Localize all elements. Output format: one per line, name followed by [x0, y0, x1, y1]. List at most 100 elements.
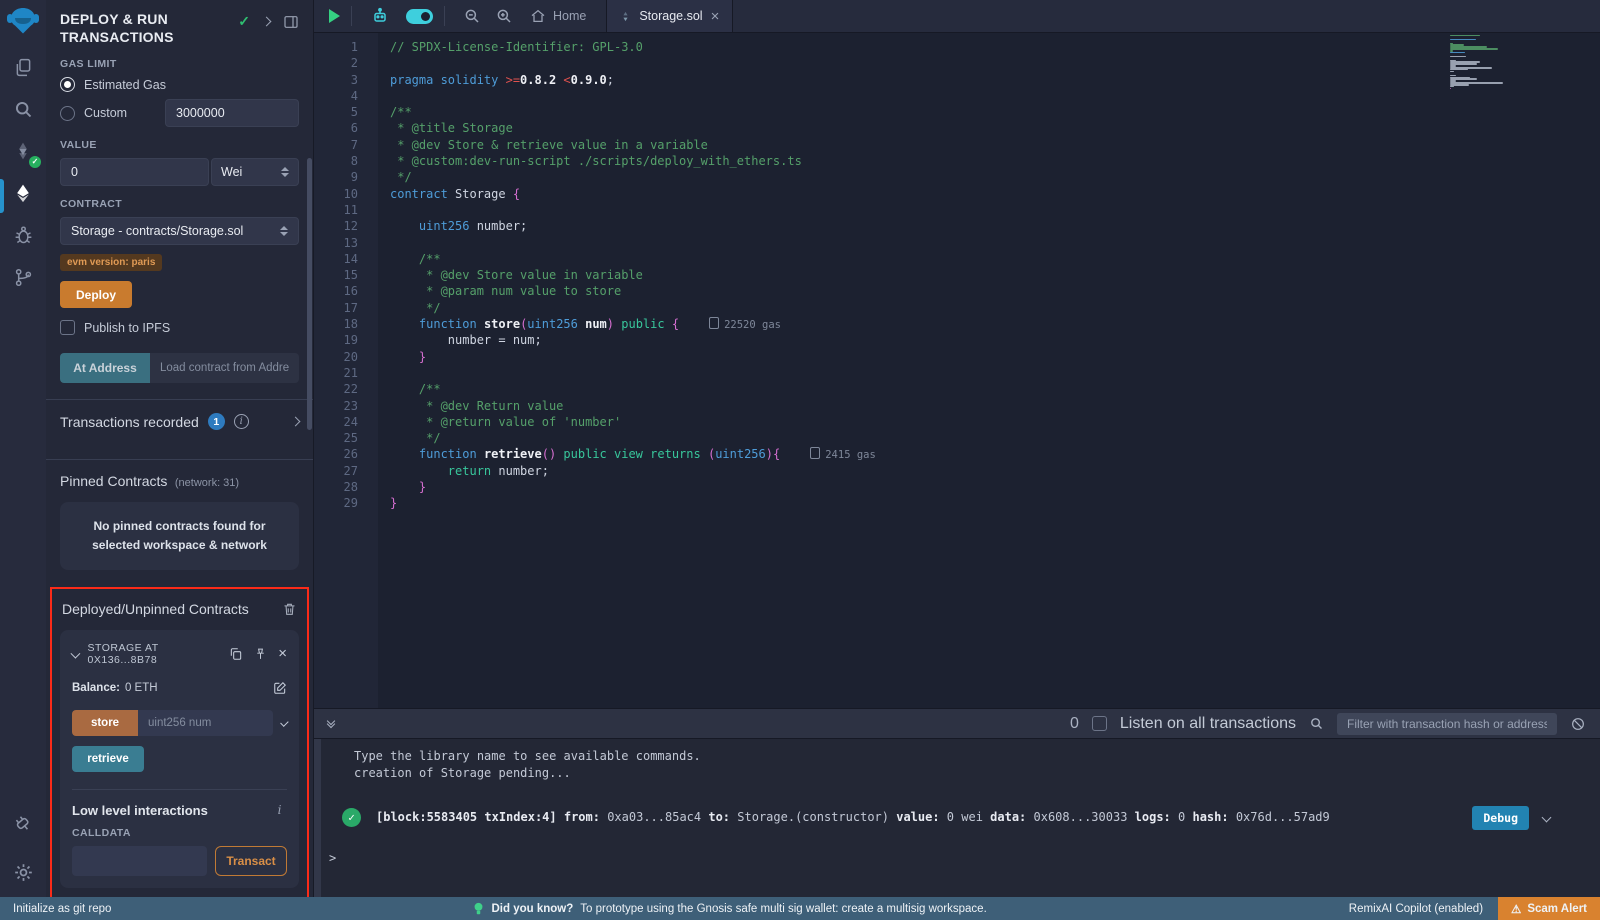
- panel-title: DEPLOY & RUN TRANSACTIONS: [60, 10, 216, 46]
- remix-ide-window: ✓: [0, 0, 1600, 920]
- git-icon[interactable]: [10, 264, 36, 290]
- file-tab-label: Storage.sol: [639, 9, 702, 23]
- vertical-icon-bar: ✓: [0, 0, 46, 897]
- panel-scrollbar[interactable]: [307, 158, 312, 430]
- editor-minimap[interactable]: [1450, 35, 1524, 90]
- close-tab-icon[interactable]: ×: [711, 9, 720, 24]
- debug-button[interactable]: Debug: [1472, 806, 1529, 830]
- value-unit-label: Wei: [221, 165, 242, 179]
- pin-panel-icon[interactable]: [283, 14, 299, 30]
- value-input[interactable]: [60, 158, 209, 186]
- icon-bar-top-group: ✓: [10, 54, 36, 290]
- custom-gas-label: Custom: [84, 106, 127, 120]
- info-icon[interactable]: i: [272, 803, 287, 818]
- value-unit-select[interactable]: Wei: [211, 158, 299, 186]
- value-label: VALUE: [60, 139, 299, 151]
- zoom-in-icon[interactable]: [495, 7, 513, 25]
- zoom-out-icon[interactable]: [463, 7, 481, 25]
- transact-button[interactable]: Transact: [215, 846, 287, 876]
- transactions-recorded-row[interactable]: Transactions recorded 1 i: [60, 400, 299, 443]
- chevron-down-icon[interactable]: [70, 649, 80, 659]
- clear-console-icon[interactable]: [1570, 716, 1586, 732]
- highlight-outline: Deployed/Unpinned Contracts STORAGE AT 0…: [50, 587, 309, 897]
- deploy-button[interactable]: Deploy: [60, 281, 132, 308]
- gas-limit-label: GAS LIMIT: [60, 58, 299, 70]
- custom-gas-input[interactable]: [165, 99, 299, 127]
- solidity-compiler-icon[interactable]: ✓: [10, 138, 36, 164]
- custom-gas-radio[interactable]: [60, 106, 75, 121]
- copy-icon[interactable]: [229, 647, 243, 661]
- terminal-prompt[interactable]: >: [329, 850, 336, 867]
- solidity-file-icon: [620, 10, 631, 23]
- compile-success-badge: ✓: [29, 156, 41, 168]
- updown-arrows-icon: [281, 167, 289, 177]
- git-init-button[interactable]: Initialize as git repo: [13, 903, 111, 915]
- main-area: Home Storage.sol × 123456789101112131415…: [314, 0, 1600, 897]
- calldata-input[interactable]: [72, 846, 207, 876]
- terminal[interactable]: Type the library name to see available c…: [314, 738, 1600, 897]
- pin-icon[interactable]: [254, 647, 267, 661]
- deploy-run-panel: DEPLOY & RUN TRANSACTIONS ✓ GAS LIMIT Es…: [46, 0, 314, 897]
- estimated-gas-radio[interactable]: [60, 77, 75, 92]
- settings-gear-icon[interactable]: [10, 859, 36, 885]
- listen-all-checkbox[interactable]: [1092, 716, 1107, 731]
- search-icon[interactable]: [1309, 716, 1324, 731]
- terminal-line: creation of Storage pending...: [354, 765, 1600, 782]
- tx-success-icon: ✓: [342, 808, 361, 827]
- publish-ipfs-label: Publish to IPFS: [84, 321, 170, 335]
- line-number-gutter: 1234567891011121314151617181920212223242…: [314, 33, 378, 708]
- search-icon[interactable]: [10, 96, 36, 122]
- terminal-toolbar: 0 Listen on all transactions: [314, 708, 1600, 738]
- expand-args-icon[interactable]: [281, 718, 289, 726]
- at-address-input[interactable]: [150, 353, 299, 383]
- at-address-button[interactable]: At Address: [60, 353, 150, 383]
- deployed-contract-name: STORAGE AT 0X136...8B78: [88, 642, 221, 666]
- chevron-right-icon[interactable]: [262, 17, 272, 27]
- panel-check-icon: ✓: [238, 13, 250, 30]
- trash-icon[interactable]: [282, 601, 297, 617]
- scam-alert-button[interactable]: ⚠ Scam Alert: [1498, 897, 1600, 920]
- remix-logo-icon[interactable]: [5, 6, 41, 38]
- listen-all-label: Listen on all transactions: [1120, 715, 1296, 733]
- lightbulb-icon: [473, 902, 484, 916]
- info-icon[interactable]: i: [234, 414, 249, 429]
- publish-ipfs-checkbox[interactable]: [60, 320, 75, 335]
- deployed-contracts-title: Deployed/Unpinned Contracts: [62, 601, 249, 617]
- transactions-recorded-label: Transactions recorded: [60, 414, 199, 430]
- plugin-manager-icon[interactable]: [10, 811, 36, 837]
- debugger-icon[interactable]: [10, 222, 36, 248]
- deploy-and-run-icon[interactable]: [10, 180, 36, 206]
- edit-icon[interactable]: [273, 681, 287, 695]
- scam-alert-label: Scam Alert: [1527, 903, 1587, 915]
- active-plugin-indicator: [0, 179, 4, 213]
- store-function-button[interactable]: store: [72, 710, 138, 736]
- tip-title: Did you know?: [491, 903, 573, 915]
- divider: [444, 6, 445, 26]
- file-explorer-icon[interactable]: [10, 54, 36, 80]
- transaction-log-row: ✓ [block:5583405 txIndex:4] from: 0xa03.…: [342, 806, 1600, 830]
- low-level-title: Low level interactions: [72, 803, 208, 818]
- chevron-right-icon[interactable]: [291, 417, 301, 427]
- close-icon[interactable]: ×: [278, 646, 287, 661]
- ai-copilot-robot-icon[interactable]: [370, 6, 390, 26]
- pinned-contracts-section: Pinned Contracts (network: 31) No pinned…: [60, 460, 299, 569]
- home-tab-label: Home: [553, 9, 586, 23]
- terminal-filter-input[interactable]: [1337, 713, 1557, 735]
- run-script-icon[interactable]: [329, 9, 340, 23]
- tx-log-text: [block:5583405 txIndex:4] from: 0xa03...…: [376, 809, 1472, 826]
- icon-bar-bottom-group: [10, 811, 36, 885]
- tab-storage-sol[interactable]: Storage.sol ×: [606, 0, 733, 32]
- divider: [72, 789, 287, 790]
- tab-home[interactable]: Home: [530, 8, 586, 24]
- store-arg-input[interactable]: [138, 710, 273, 736]
- retrieve-function-button[interactable]: retrieve: [72, 746, 144, 772]
- pinned-network-note: (network: 31): [175, 477, 239, 489]
- copilot-toggle[interactable]: [406, 9, 433, 24]
- collapse-terminal-icon[interactable]: [328, 721, 334, 727]
- code-pane[interactable]: // SPDX-License-Identifier: GPL-3.0pragm…: [378, 33, 1600, 708]
- copilot-status[interactable]: RemixAI Copilot (enabled): [1349, 903, 1483, 915]
- contract-select[interactable]: Storage - contracts/Storage.sol: [60, 217, 299, 245]
- expand-tx-icon[interactable]: [1542, 813, 1552, 823]
- pinned-empty-message: No pinned contracts found for selected w…: [60, 502, 299, 569]
- updown-arrows-icon: [280, 226, 288, 236]
